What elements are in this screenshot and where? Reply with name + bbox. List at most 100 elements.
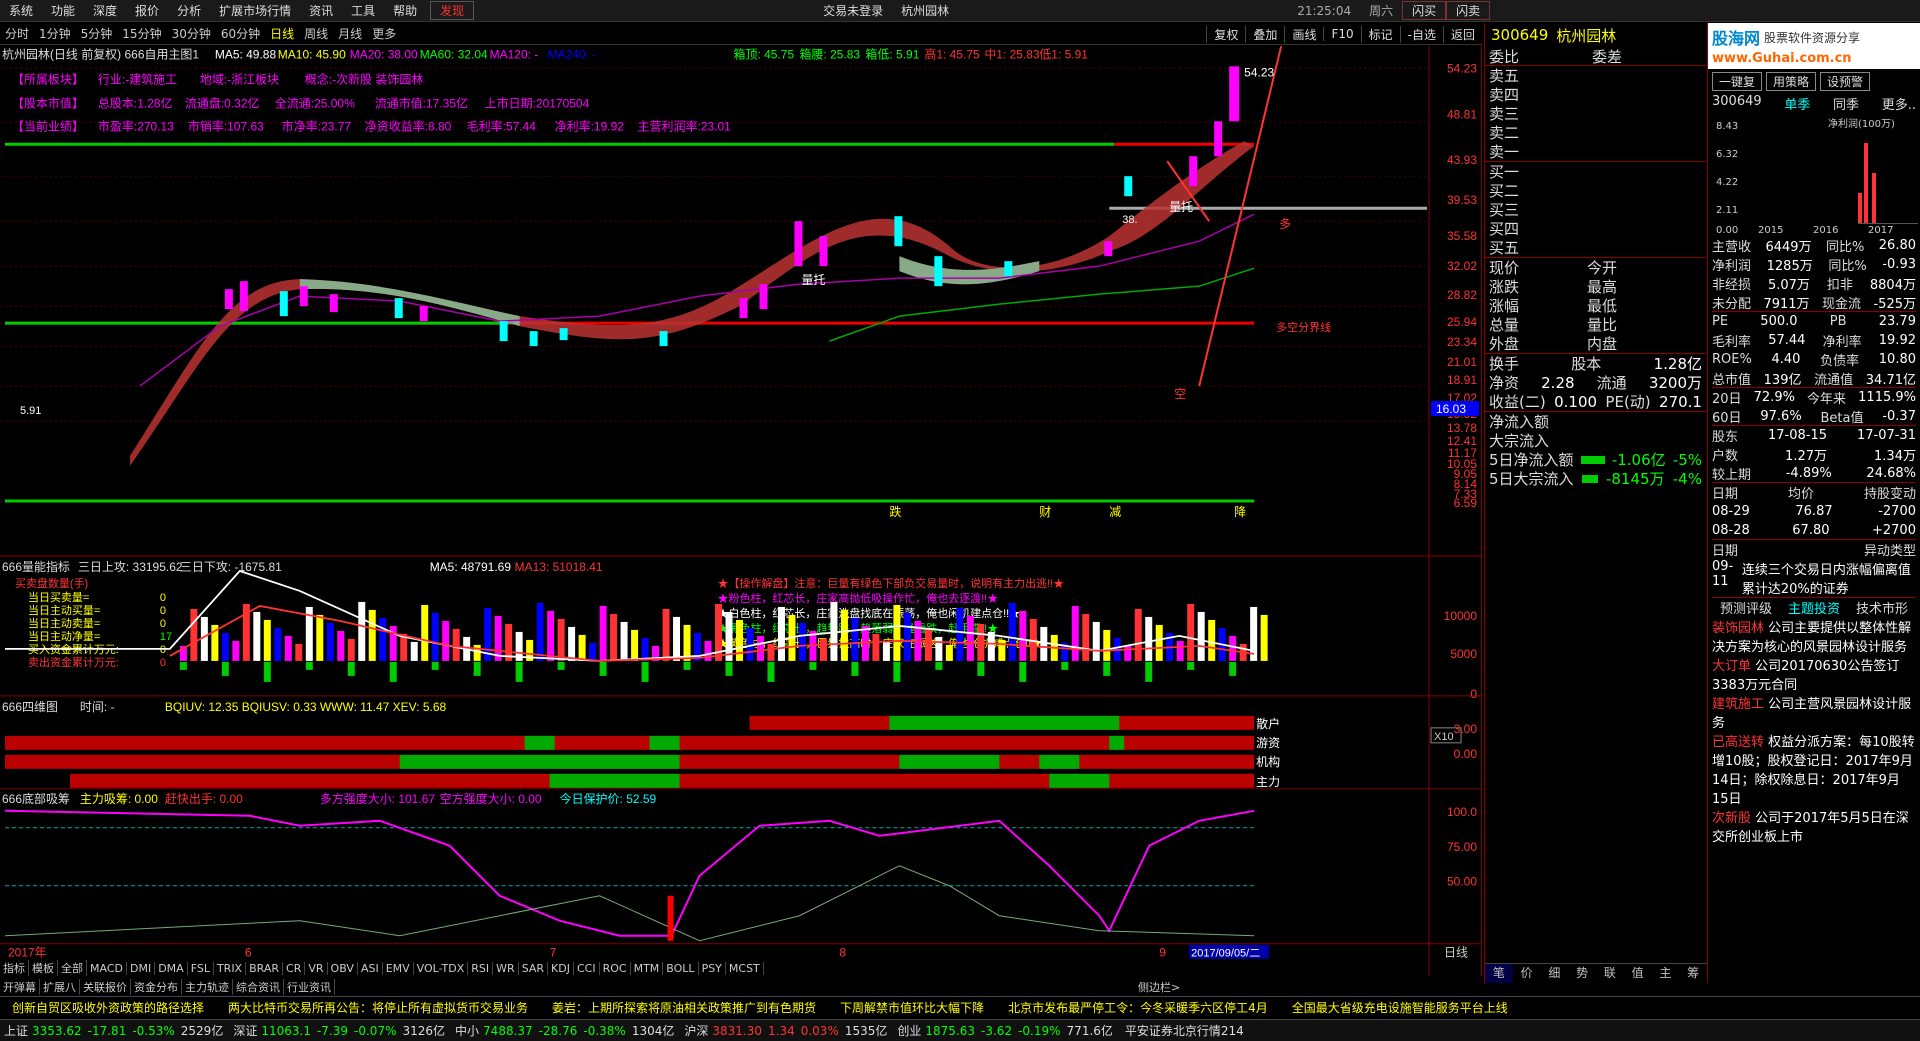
bot-tab-6[interactable]: 行业资讯 <box>284 979 335 995</box>
ind-tab-19[interactable]: CCI <box>574 961 600 975</box>
menu-item-quote[interactable]: 报价 <box>126 2 168 19</box>
volume-bar-neg <box>1103 661 1111 676</box>
menu-item-tools[interactable]: 工具 <box>342 2 384 19</box>
sell5: 卖五 <box>1489 67 1520 85</box>
side-tab-3[interactable]: 势 <box>1568 964 1596 983</box>
period-monthly[interactable]: 月线 <box>333 25 367 42</box>
ind-tab-14[interactable]: VOL-TDX <box>414 961 469 975</box>
bot-tab-0[interactable]: 开弹幕 <box>0 979 40 995</box>
tab-forecast[interactable]: 预测评级 <box>1720 598 1772 617</box>
tool-back[interactable]: 返回 <box>1442 25 1482 43</box>
volume-bar <box>956 607 964 661</box>
ind-tab-17[interactable]: SAR <box>519 961 549 975</box>
tool-overlay[interactable]: 叠加 <box>1245 25 1284 43</box>
side-tab-0[interactable]: 笔 <box>1485 964 1513 983</box>
bot-tab-5[interactable]: 综合资讯 <box>233 979 284 995</box>
ind-tab-7[interactable]: TRIX <box>214 961 247 975</box>
menu-item-help[interactable]: 帮助 <box>384 2 426 19</box>
menu-item-info[interactable]: 资讯 <box>300 2 342 19</box>
side-tab-2[interactable]: 细 <box>1541 964 1569 983</box>
ind-tab-1[interactable]: 模板 <box>29 960 58 976</box>
svg-text:0: 0 <box>160 644 166 656</box>
tool-draw[interactable]: 画线 <box>1284 25 1323 43</box>
vol-lift-label-1: 量托 <box>801 273 825 287</box>
ind-tab-22[interactable]: BOLL <box>663 961 699 975</box>
tool-f10[interactable]: F10 <box>1323 27 1360 41</box>
period-daily[interactable]: 日线 <box>265 25 299 42</box>
bot-tab-2[interactable]: 关联报价 <box>80 979 131 995</box>
ticker-item[interactable]: 全国最大省级充电设施智能服务平台上线 <box>1280 999 1520 1016</box>
ind-tab-6[interactable]: FSL <box>188 961 214 975</box>
ind-tab-11[interactable]: OBV <box>328 961 358 975</box>
period-weekly[interactable]: 周线 <box>299 25 333 42</box>
period-1min[interactable]: 1分钟 <box>34 25 76 42</box>
ind-tab-9[interactable]: CR <box>283 961 306 975</box>
flash-sell-button[interactable]: 闪卖 <box>1446 1 1491 20</box>
one-key-button[interactable]: 一键复 <box>1712 72 1763 91</box>
ticker-item[interactable]: 北京市发布最严停工令：今冬采暖季六区停工4月 <box>996 999 1280 1016</box>
menu-item-discover[interactable]: 发现 <box>430 1 475 20</box>
svg-text:6.32: 6.32 <box>1716 149 1738 160</box>
ticker-item[interactable]: 创新自贸区吸收外资政策的路径选择 <box>0 999 216 1016</box>
flash-buy-button[interactable]: 闪买 <box>1402 1 1447 20</box>
side-tab-7[interactable]: 筹 <box>1679 964 1707 983</box>
menu-item-function[interactable]: 功能 <box>42 2 84 19</box>
side-tab-1[interactable]: 价 <box>1513 964 1541 983</box>
ticker-item[interactable]: 姜岩：上期所探索将原油相关政策推广到有色期货 <box>540 999 828 1016</box>
period-60min[interactable]: 60分钟 <box>216 25 265 42</box>
ticker-item[interactable]: 两大比特币交易所再公告：将停止所有虚拟货币交易业务 <box>216 999 540 1016</box>
side-tab-5[interactable]: 值 <box>1624 964 1652 983</box>
tab-theme[interactable]: 主题投资 <box>1788 598 1840 617</box>
login-status[interactable]: 交易未登录 <box>814 2 892 19</box>
side-tab-4[interactable]: 联 <box>1596 964 1624 983</box>
ind-tab-10[interactable]: VR <box>305 961 328 975</box>
ind-tab-18[interactable]: KDJ <box>548 961 574 975</box>
vol-title: 666量能指标 <box>2 559 70 574</box>
volume-bar <box>662 608 670 661</box>
fin-table: 主营收 6449万 同比% 26.80 净利润 1285万 同比% -0.93 非经损 5.0… <box>1712 238 1916 617</box>
ind-tab-21[interactable]: MTM <box>631 961 664 975</box>
ind-tab-16[interactable]: WR <box>493 961 519 975</box>
svg-text:净资收益率:8.80: 净资收益率:8.80 <box>365 118 452 133</box>
ind-tab-23[interactable]: PSY <box>699 961 726 975</box>
period-30min[interactable]: 30分钟 <box>167 25 216 42</box>
menu-item-depth[interactable]: 深度 <box>84 2 126 19</box>
tab-tech[interactable]: 技术市形 <box>1856 598 1908 617</box>
ind-tab-20[interactable]: ROC <box>600 961 631 975</box>
bottom-tabs: 开弹幕 扩展八 关联报价 资金分布 主力轨迹 综合资讯 行业资讯 侧边栏> <box>0 977 1482 997</box>
period-5min[interactable]: 5分钟 <box>76 25 118 42</box>
ind-tab-13[interactable]: EMV <box>383 961 414 975</box>
ind-tab-2[interactable]: 全部 <box>58 960 87 976</box>
strategy-button[interactable]: 用策略 <box>1766 72 1817 91</box>
ind-tab-3[interactable]: MACD <box>87 961 127 975</box>
ticker-item[interactable]: 下周解禁市值环比大幅下降 <box>828 999 996 1016</box>
ind-tab-0[interactable]: 指标 <box>0 960 29 976</box>
sidebar-toggle[interactable]: 侧边栏> <box>1135 979 1183 995</box>
tool-fuquan[interactable]: 复权 <box>1206 25 1245 43</box>
ind-tab-12[interactable]: ASI <box>358 961 383 975</box>
ind-tab-4[interactable]: DMI <box>127 961 156 975</box>
ind-tab-24[interactable]: MCST <box>726 961 764 975</box>
period-15min[interactable]: 15分钟 <box>117 25 166 42</box>
menu-item-ext-market[interactable]: 扩展市场行情 <box>210 2 300 19</box>
alert-button[interactable]: 设预警 <box>1820 72 1871 91</box>
volume-bar-neg <box>557 661 565 670</box>
bot-tab-3[interactable]: 资金分布 <box>131 979 182 995</box>
kline-chart-area[interactable]: 杭州园林(日线 前复权) 666自用主图1 MA5: 49.88 MA10: 4… <box>0 46 1482 976</box>
ind-tab-5[interactable]: DMA <box>155 961 188 975</box>
buy3: 买三 <box>1489 201 1520 219</box>
side-tab-6[interactable]: 主 <box>1652 964 1680 983</box>
period-more[interactable]: 更多 <box>367 25 401 42</box>
menu-item-analysis[interactable]: 分析 <box>168 2 210 19</box>
volume-bar <box>767 643 775 661</box>
ind-tab-8[interactable]: BRAR <box>246 961 284 975</box>
menu-item-system[interactable]: 系统 <box>0 2 42 19</box>
period-intraday[interactable]: 分时 <box>0 25 34 42</box>
bot-tab-1[interactable]: 扩展八 <box>40 979 80 995</box>
news-ticker[interactable]: 创新自贸区吸收外资政策的路径选择 两大比特币交易所再公告：将停止所有虚拟货币交易… <box>0 996 1920 1018</box>
tool-mark[interactable]: 标记 <box>1360 25 1400 43</box>
tool-watchlist[interactable]: -自选 <box>1399 25 1443 43</box>
bot-tab-4[interactable]: 主力轨迹 <box>182 979 233 995</box>
ind-tab-15[interactable]: RSI <box>468 961 494 975</box>
volume-bar-neg <box>305 661 313 670</box>
